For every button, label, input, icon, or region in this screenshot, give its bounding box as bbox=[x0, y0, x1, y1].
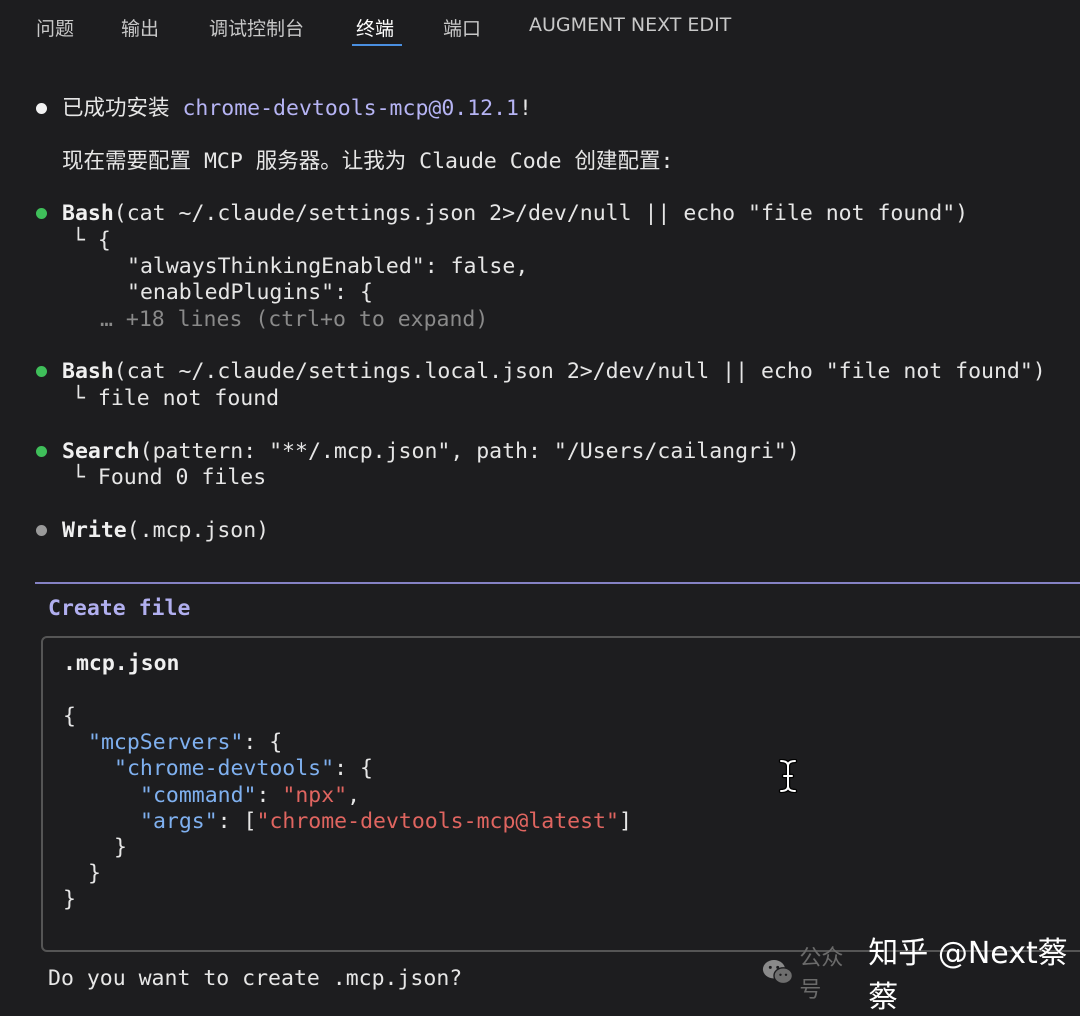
tab-augment-next-edit[interactable]: AUGMENT NEXT EDIT bbox=[529, 14, 731, 36]
status-dot bbox=[36, 525, 47, 536]
tab-output[interactable]: 输出 bbox=[121, 14, 159, 41]
status-dot bbox=[36, 208, 47, 219]
status-dot bbox=[36, 366, 47, 377]
bash-output-2: └ file not found bbox=[72, 386, 280, 411]
expand-hint[interactable]: … +18 lines (ctrl+o to expand) bbox=[100, 307, 488, 333]
tab-debug-console[interactable]: 调试控制台 bbox=[209, 14, 304, 41]
json-line: "mcpServers": { bbox=[88, 730, 283, 755]
json-line: } bbox=[63, 887, 76, 912]
json-line: "args": ["chrome-devtools-mcp@latest"] bbox=[140, 809, 632, 834]
file-name: .mcp.json bbox=[63, 651, 180, 676]
tab-problems[interactable]: 问题 bbox=[36, 14, 74, 41]
search-output: └ Found 0 files bbox=[72, 465, 267, 490]
bash-call-1: Bash(cat ~/.claude/settings.json 2>/dev/… bbox=[62, 201, 969, 226]
intro-message: 现在需要配置 MCP 服务器。让我为 Claude Code 创建配置: bbox=[62, 149, 674, 174]
tab-terminal[interactable]: 终端 bbox=[356, 14, 394, 41]
status-dot bbox=[36, 446, 47, 457]
file-preview-box: .mcp.json { "mcpServers": { "chrome-devt… bbox=[41, 636, 1080, 952]
json-line: "chrome-devtools": { bbox=[114, 756, 373, 781]
json-line: } bbox=[114, 835, 127, 860]
json-line: "command": "npx", bbox=[140, 783, 361, 808]
install-message: 已成功安装 chrome-devtools-mcp@0.12.1! bbox=[62, 96, 532, 121]
bash-output-1: "alwaysThinkingEnabled": false, bbox=[127, 254, 529, 279]
watermark-text: 知乎 @Next蔡蔡 bbox=[868, 936, 1068, 1015]
watermark-faint-text: 公众号 bbox=[799, 946, 844, 1003]
search-call: Search(pattern: "**/.mcp.json", path: "/… bbox=[62, 439, 800, 464]
watermark: 公众号 知乎 @Next蔡蔡 bbox=[762, 928, 1080, 1016]
active-tab-indicator bbox=[352, 44, 402, 46]
panel-tab-bar: 问题 输出 调试控制台 终端 端口 AUGMENT NEXT EDIT bbox=[0, 0, 1080, 52]
bash-output-1: "enabledPlugins": { bbox=[127, 280, 373, 305]
bash-call-2: Bash(cat ~/.claude/settings.local.json 2… bbox=[62, 359, 1046, 384]
create-file-title: Create file bbox=[48, 596, 191, 621]
write-call: Write(.mcp.json) bbox=[62, 518, 270, 543]
confirm-prompt: Do you want to create .mcp.json? bbox=[48, 966, 463, 991]
bash-output-1: └ { bbox=[72, 228, 111, 253]
text-cursor-icon bbox=[778, 759, 798, 793]
divider bbox=[35, 582, 1080, 584]
json-line: { bbox=[63, 704, 76, 729]
status-dot bbox=[36, 103, 47, 114]
tab-ports[interactable]: 端口 bbox=[443, 14, 481, 41]
wechat-icon bbox=[762, 960, 794, 985]
json-line: } bbox=[88, 861, 101, 886]
